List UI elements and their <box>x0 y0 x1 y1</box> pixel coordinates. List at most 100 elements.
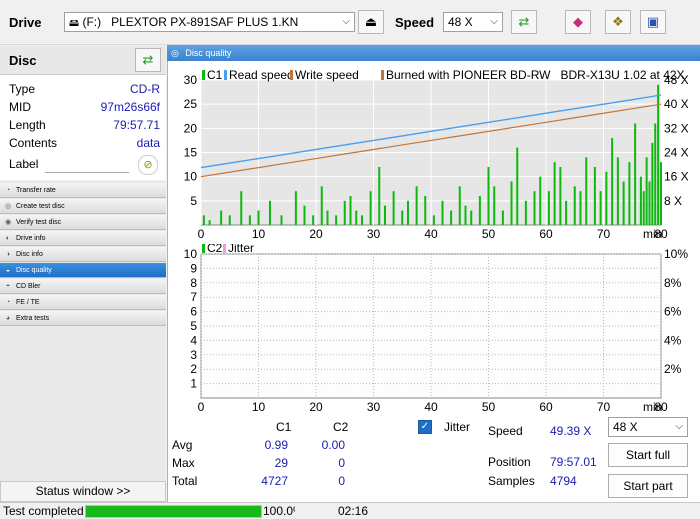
c1-bar <box>579 191 582 225</box>
c1-bar <box>487 167 490 225</box>
x-tick-label: 10 <box>252 227 266 241</box>
save-icon: ▣ <box>646 14 660 29</box>
c1-bar <box>220 210 223 225</box>
y-axis-left-ticks: 5 10 15 20 25 30 <box>184 73 198 208</box>
c1-bar <box>573 186 576 225</box>
c1-bar <box>228 215 231 225</box>
stats-total-label: Total <box>172 474 198 488</box>
stats-col-c1: C1 <box>276 420 292 434</box>
x-tick-label: 70 <box>597 400 611 414</box>
sidebar-item-create-test-disc[interactable]: ◎ Create test disc <box>0 199 166 214</box>
speed-select[interactable]: 48 X ⌵ <box>443 12 503 32</box>
jitter-checkbox[interactable]: ✓ <box>418 420 432 434</box>
y-tick-label: 2 <box>190 362 197 376</box>
sidebar-item-label: Disc info <box>16 251 43 258</box>
c1-bar <box>294 191 297 225</box>
c1-bar <box>524 200 527 225</box>
legend-burned-with: Burned with PIONEER BD-RW BDR-X13U 1.02 … <box>386 68 685 82</box>
c1-bar <box>458 186 461 225</box>
x-axis-ticks: 0 10 20 30 40 50 60 70 80 <box>198 400 668 414</box>
sidebar-item-fe-te[interactable]: ◔ FE / TE <box>0 295 166 310</box>
save-button[interactable]: ▣ <box>640 10 666 34</box>
disc-type-value: CD-R <box>130 82 160 96</box>
c1-bar <box>516 147 519 225</box>
refresh-button[interactable]: ⇄ <box>511 10 537 34</box>
speed-label: Speed <box>488 424 523 438</box>
stats-avg-label: Avg <box>172 438 193 452</box>
c1-bar <box>248 215 251 225</box>
refresh-icon: ⇄ <box>142 52 154 67</box>
disc-mid-label: MID <box>9 100 31 114</box>
sidebar-item-drive-info[interactable]: ◐ Drive info <box>0 231 166 246</box>
c1-bar <box>343 200 346 225</box>
eject-button[interactable]: ⏏ <box>358 10 384 34</box>
jitter-checkbox-label: Jitter <box>444 420 471 434</box>
stats-total-c1: 4727 <box>261 474 288 488</box>
cd-bler-icon: ◓ <box>5 283 11 290</box>
c1-bar <box>401 210 404 225</box>
legend-jitter-swatch <box>223 244 226 253</box>
tag-icon: ⊘ <box>143 159 153 171</box>
y-tick-label-right: 2% <box>664 362 682 376</box>
x-axis-unit: min <box>643 227 662 241</box>
disc-refresh-button[interactable]: ⇄ <box>135 48 161 72</box>
eject-icon: ⏏ <box>364 14 378 29</box>
y-tick-label-right: 32 X <box>664 121 689 135</box>
check-icon: ✓ <box>420 421 430 432</box>
drive-info-icon: ◐ <box>5 235 11 242</box>
panel-title-bar: ◎ Disc quality <box>167 45 700 61</box>
c1-bar <box>320 186 323 225</box>
samples-label: Samples <box>488 474 535 488</box>
start-full-button[interactable]: Start full <box>608 443 688 467</box>
c1-bar <box>432 215 435 225</box>
y-tick-label-right: 8 X <box>664 194 682 208</box>
x-tick-label: 40 <box>424 400 438 414</box>
legend-jitter: Jitter <box>228 244 254 255</box>
label-edit-button[interactable]: ⊘ <box>138 155 158 175</box>
c1-bar <box>539 176 542 225</box>
start-part-button[interactable]: Start part <box>608 474 688 498</box>
chevron-down-icon: ⌵ <box>490 16 498 27</box>
toolbar: Drive 🖴 (F:) PLEXTOR PX-891SAF PLUS 1.KN… <box>0 0 700 45</box>
y-axis-right-ticks: 8 X16 X24 X32 X40 X48 X <box>664 73 689 208</box>
copy-button[interactable]: ❖ <box>605 10 631 34</box>
c1-bar <box>533 191 536 225</box>
position-label: Position <box>488 455 531 469</box>
x-tick-label: 60 <box>539 400 553 414</box>
stats-col-c2: C2 <box>333 420 349 434</box>
sidebar-item-extra-tests[interactable]: ◕ Extra tests <box>0 311 166 326</box>
test-speed-select[interactable]: 48 X ⌵ <box>608 417 688 437</box>
sidebar-item-transfer-rate[interactable]: ◔ Transfer rate <box>0 183 166 198</box>
chevron-down-icon: ⌵ <box>342 16 350 27</box>
disc-label-input[interactable] <box>45 154 129 173</box>
drive-letter: (F:) <box>82 15 102 29</box>
disc-contents-value: data <box>136 136 160 150</box>
c1-bar <box>208 220 211 225</box>
c1-bar <box>616 157 619 225</box>
status-text: Test completed <box>3 504 84 518</box>
status-window-button[interactable]: Status window >> <box>0 481 166 502</box>
c1-bar <box>660 162 662 225</box>
sidebar-item-disc-info[interactable]: ◑ Disc info <box>0 247 166 262</box>
sidebar-item-label: CD Bler <box>16 283 41 290</box>
sidebar-item-verify-test-disc[interactable]: ◉ Verify test disc <box>0 215 166 230</box>
y-tick-label-right: 4% <box>664 333 682 347</box>
progress-fill <box>86 506 261 517</box>
c1-bar <box>392 191 395 225</box>
c1-bar <box>559 167 562 225</box>
drive-select[interactable]: 🖴 (F:) PLEXTOR PX-891SAF PLUS 1.KN ⌵ <box>64 12 355 32</box>
stats-max-label: Max <box>172 456 195 470</box>
disc-length-value: 79:57.71 <box>113 118 160 132</box>
y-tick-label-right: 10% <box>664 247 688 261</box>
legend-c1: C1 <box>207 68 223 82</box>
sidebar-item-disc-quality[interactable]: ◒ Disc quality <box>0 263 166 278</box>
legend-burned-swatch <box>381 70 384 80</box>
legend-c2-swatch <box>202 244 205 253</box>
legend: C2 Jitter <box>202 244 254 255</box>
sidebar-item-cd-bler[interactable]: ◓ CD Bler <box>0 279 166 294</box>
erase-button[interactable]: ◆ <box>565 10 591 34</box>
speed-value: 49.39 X <box>550 424 592 438</box>
legend-c1-swatch <box>202 70 205 80</box>
y-tick-label: 6 <box>190 305 197 319</box>
x-tick-label: 30 <box>367 227 381 241</box>
